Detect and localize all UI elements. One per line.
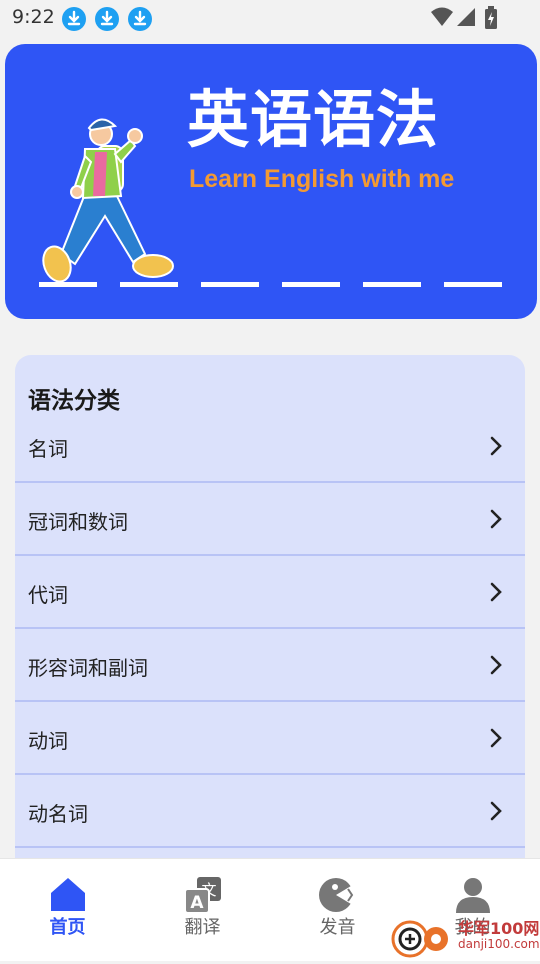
site-watermark: 华军100网 danji100.com [390,915,540,960]
chevron-right-icon [490,509,502,529]
profile-icon [456,878,490,913]
banner-dash [444,282,502,287]
walking-boy-illustration [42,118,174,283]
watermark-url: danji100.com [458,937,540,951]
banner-dash [363,282,421,287]
battery-charging-icon [484,6,498,34]
watermark-logo-icon [391,920,448,958]
chevron-right-icon [490,436,502,456]
list-item-label: 动词 [28,729,68,753]
list-item-nouns[interactable]: 名词 [15,411,525,483]
list-item-pronouns[interactable]: 代词 [15,557,525,629]
banner-dash [120,282,178,287]
list-item-verbs[interactable]: 动词 [15,703,525,775]
status-time: 9:22 [12,6,55,28]
status-bar: 9:22 [0,0,540,36]
list-item-label: 名词 [28,437,68,461]
banner-subtitle: Learn English with me [189,165,455,193]
tab-label: 首页 [49,917,86,938]
list-item-label: 动名词 [28,802,88,826]
list-item-label: 代词 [28,583,68,607]
translate-icon: 文 A [184,877,221,914]
grammar-category-card: 语法分类 名词 冠词和数词 代词 形容词和副词 动词 动名词 [15,355,525,875]
divider [15,700,525,702]
tab-pronunciation[interactable]: 发音 [270,859,405,961]
divider [15,627,525,629]
banner-dash [201,282,259,287]
chevron-right-icon [490,582,502,602]
list-item-gerunds[interactable]: 动名词 [15,776,525,848]
divider [15,773,525,775]
watermark-text: 华军100网 [458,919,540,938]
divider [15,554,525,556]
hero-banner: 英语语法 Learn English with me [5,44,537,319]
download-icon [62,7,86,31]
download-icon [128,7,152,31]
list-item-articles-numerals[interactable]: 冠词和数词 [15,484,525,556]
banner-title: 英语语法 [187,83,440,156]
tab-label: 翻译 [184,917,221,938]
tab-translate[interactable]: 文 A 翻译 [135,859,270,961]
list-item-adjectives-adverbs[interactable]: 形容词和副词 [15,630,525,702]
home-icon [51,878,85,911]
banner-dash [282,282,340,287]
list-item-label: 形容词和副词 [28,656,148,680]
pronunciation-icon [319,878,356,912]
list-item-label: 冠词和数词 [28,510,128,534]
chevron-right-icon [490,655,502,675]
signal-icon [455,6,477,32]
tab-label: 发音 [319,917,356,938]
divider [15,481,525,483]
card-title: 语法分类 [28,388,120,414]
chevron-right-icon [490,801,502,821]
tab-home[interactable]: 首页 [0,859,135,961]
download-icon [95,7,119,31]
banner-dash [39,282,97,287]
chevron-right-icon [490,728,502,748]
divider [15,846,525,848]
svg-text:A: A [190,893,204,913]
wifi-icon [430,6,454,32]
